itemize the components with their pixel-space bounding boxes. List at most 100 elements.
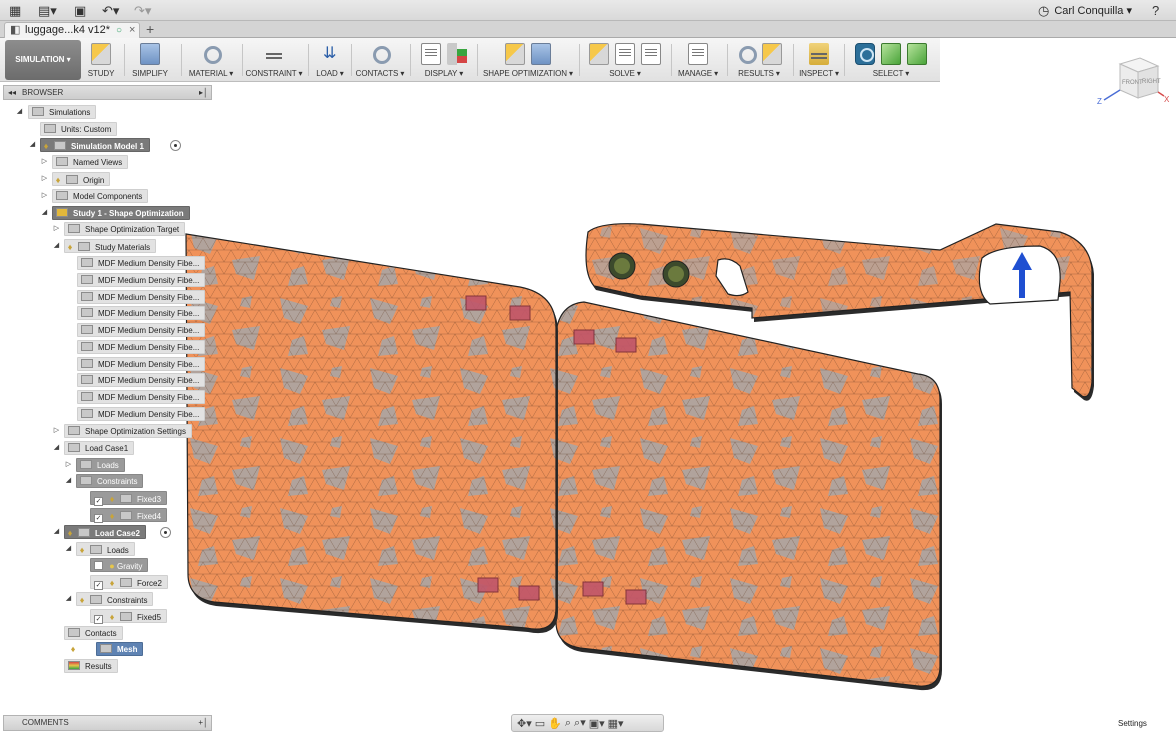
collapse-browser-icon[interactable]: ◂◂: [8, 86, 16, 99]
visibility-bulb-icon[interactable]: ♦: [68, 642, 78, 656]
axis-x-label: X: [1164, 95, 1170, 104]
app-bar: ▦ ▤▾ ▣ ↶▾ ↷▾ ◷ Carl Conquilla ▾ ?: [0, 0, 1176, 21]
pan-icon[interactable]: ✋: [548, 717, 562, 730]
workspace-switcher[interactable]: SIMULATION ▾: [5, 40, 81, 80]
checkbox[interactable]: [94, 561, 103, 570]
collapse-arrow-icon[interactable]: ▷: [52, 424, 61, 438]
tree-label: Fixed5: [137, 613, 162, 622]
solve-menu[interactable]: SOLVE ▾: [582, 40, 668, 80]
display-settings-icon[interactable]: ▣▾: [589, 717, 605, 730]
ribbon-toolbar: SIMULATION ▾ STUDY SIMPLIFY MATERIAL ▾ C…: [0, 38, 940, 82]
expand-arrow-icon[interactable]: ◢: [64, 592, 73, 606]
undo-icon[interactable]: ↶▾: [102, 3, 119, 18]
select-face-icon: [907, 43, 927, 65]
results-menu[interactable]: RESULTS ▾: [730, 40, 788, 80]
inspect-menu[interactable]: INSPECT ▾: [796, 40, 842, 80]
tree-label: Simulation Model 1: [71, 142, 144, 151]
display-menu[interactable]: DISPLAY ▾: [414, 40, 474, 80]
expand-arrow-icon[interactable]: ◢: [15, 105, 24, 119]
expand-arrow-icon[interactable]: ◢: [52, 239, 61, 253]
tree-label: Force2: [137, 579, 162, 588]
shape-optimization-icon: [505, 43, 525, 65]
tree-label: Study Materials: [95, 243, 151, 252]
constraint-menu[interactable]: CONSTRAINT ▾: [244, 40, 304, 80]
save-icon[interactable]: ▣: [74, 3, 86, 18]
checkbox[interactable]: ✓: [94, 514, 103, 523]
inspect-icon: [809, 43, 829, 65]
shape-optimization-menu[interactable]: SHAPE OPTIMIZATION ▾: [480, 40, 576, 80]
simplify-button[interactable]: SIMPLIFY: [128, 40, 172, 80]
navigation-bar: ✥▾ ▭ ✋ ⌕ ⌕▾ ▣▾ ▦▾: [511, 714, 664, 732]
panel-grip-icon[interactable]: ▸│: [199, 86, 208, 99]
comments-panel[interactable]: COMMENTS +│: [3, 715, 212, 731]
solve-icon: [615, 43, 635, 65]
simplify-icon: [140, 43, 160, 65]
checkbox[interactable]: ✓: [94, 615, 103, 624]
tree-label: MDF Medium Density Fibe...: [98, 259, 200, 268]
collapse-arrow-icon[interactable]: ▷: [40, 189, 49, 203]
zoom-icon[interactable]: ⌕: [565, 717, 571, 730]
tree-label: MDF Medium Density Fibe...: [98, 376, 200, 385]
tree-label: MDF Medium Density Fibe...: [98, 326, 200, 335]
look-at-icon[interactable]: ▭: [535, 717, 545, 730]
study-icon: [91, 43, 111, 65]
contacts-menu[interactable]: CONTACTS ▾: [354, 40, 406, 80]
activate-radio[interactable]: [160, 527, 171, 538]
browser-panel-header[interactable]: ◂◂ BROWSER ▸│: [3, 85, 212, 100]
material-icon: [201, 43, 222, 65]
compare-results-icon: [736, 43, 757, 65]
expand-arrow-icon[interactable]: ◢: [64, 474, 73, 488]
collapse-arrow-icon[interactable]: ▷: [40, 172, 49, 186]
tree-label: Shape Optimization Settings: [85, 427, 186, 436]
tree-label: MDF Medium Density Fibe...: [98, 360, 200, 369]
tree-label: Fixed4: [137, 512, 162, 521]
manage-menu[interactable]: MANAGE ▾: [674, 40, 722, 80]
material-menu[interactable]: MATERIAL ▾: [184, 40, 238, 80]
job-status-clock-icon[interactable]: ◷: [1038, 3, 1049, 18]
tree-label: Simulations: [49, 108, 91, 117]
view-cube[interactable]: FRONT RIGHT Z X: [1094, 56, 1172, 108]
help-icon[interactable]: ?: [1152, 3, 1159, 18]
file-menu-icon[interactable]: ▤▾: [38, 3, 57, 18]
collapse-arrow-icon[interactable]: ▷: [52, 222, 61, 236]
redo-icon[interactable]: ↷▾: [134, 3, 151, 18]
user-menu[interactable]: Carl Conquilla ▾: [1054, 4, 1132, 17]
study-button[interactable]: STUDY: [84, 40, 118, 80]
display-settings-icon: [421, 43, 441, 65]
settings-link[interactable]: Settings: [1118, 719, 1147, 728]
activate-radio[interactable]: [170, 140, 181, 151]
orbit-icon[interactable]: ✥▾: [517, 717, 532, 730]
fit-icon[interactable]: ⌕▾: [574, 716, 586, 730]
expand-arrow-icon[interactable]: ◢: [64, 542, 73, 556]
tree-label: MDF Medium Density Fibe...: [98, 293, 200, 302]
tree-label: Origin: [83, 176, 105, 185]
tree-label: MDF Medium Density Fibe...: [98, 309, 200, 318]
panel-grip-icon[interactable]: +│: [198, 716, 208, 730]
document-tab-bar: ◧ luggage...k4 v12* ○ × +: [0, 21, 1176, 38]
browser-title: BROWSER: [22, 88, 64, 97]
load-menu[interactable]: LOAD ▾: [312, 40, 348, 80]
constraint-icon: [264, 43, 284, 65]
select-menu[interactable]: SELECT ▾: [846, 40, 936, 80]
checkbox[interactable]: ✓: [94, 497, 103, 506]
expand-arrow-icon[interactable]: ◢: [28, 138, 37, 152]
select-icon: [855, 43, 875, 65]
collapse-arrow-icon[interactable]: ▷: [64, 458, 73, 472]
collapse-arrow-icon[interactable]: ▷: [40, 155, 49, 169]
tree-label: Model Components: [73, 192, 143, 201]
inspect-label: INSPECT ▾: [799, 69, 839, 78]
new-tab-button[interactable]: +: [146, 21, 154, 37]
expand-arrow-icon[interactable]: ◢: [40, 206, 49, 220]
expand-arrow-icon[interactable]: ◢: [52, 441, 61, 455]
checkbox[interactable]: ✓: [94, 581, 103, 590]
document-tab[interactable]: ◧ luggage...k4 v12* ○ ×: [4, 22, 140, 38]
simplify-label: SIMPLIFY: [132, 69, 168, 78]
load-icon: [320, 43, 340, 65]
close-tab-icon[interactable]: ×: [129, 23, 135, 38]
grid-settings-icon[interactable]: ▦▾: [608, 717, 624, 730]
tree-label: Contacts: [85, 629, 117, 638]
tree-label: Load Case2: [95, 529, 140, 538]
grid-menu-icon[interactable]: ▦: [9, 3, 21, 18]
expand-arrow-icon[interactable]: ◢: [52, 525, 61, 539]
tree-label: Loads: [97, 461, 119, 470]
